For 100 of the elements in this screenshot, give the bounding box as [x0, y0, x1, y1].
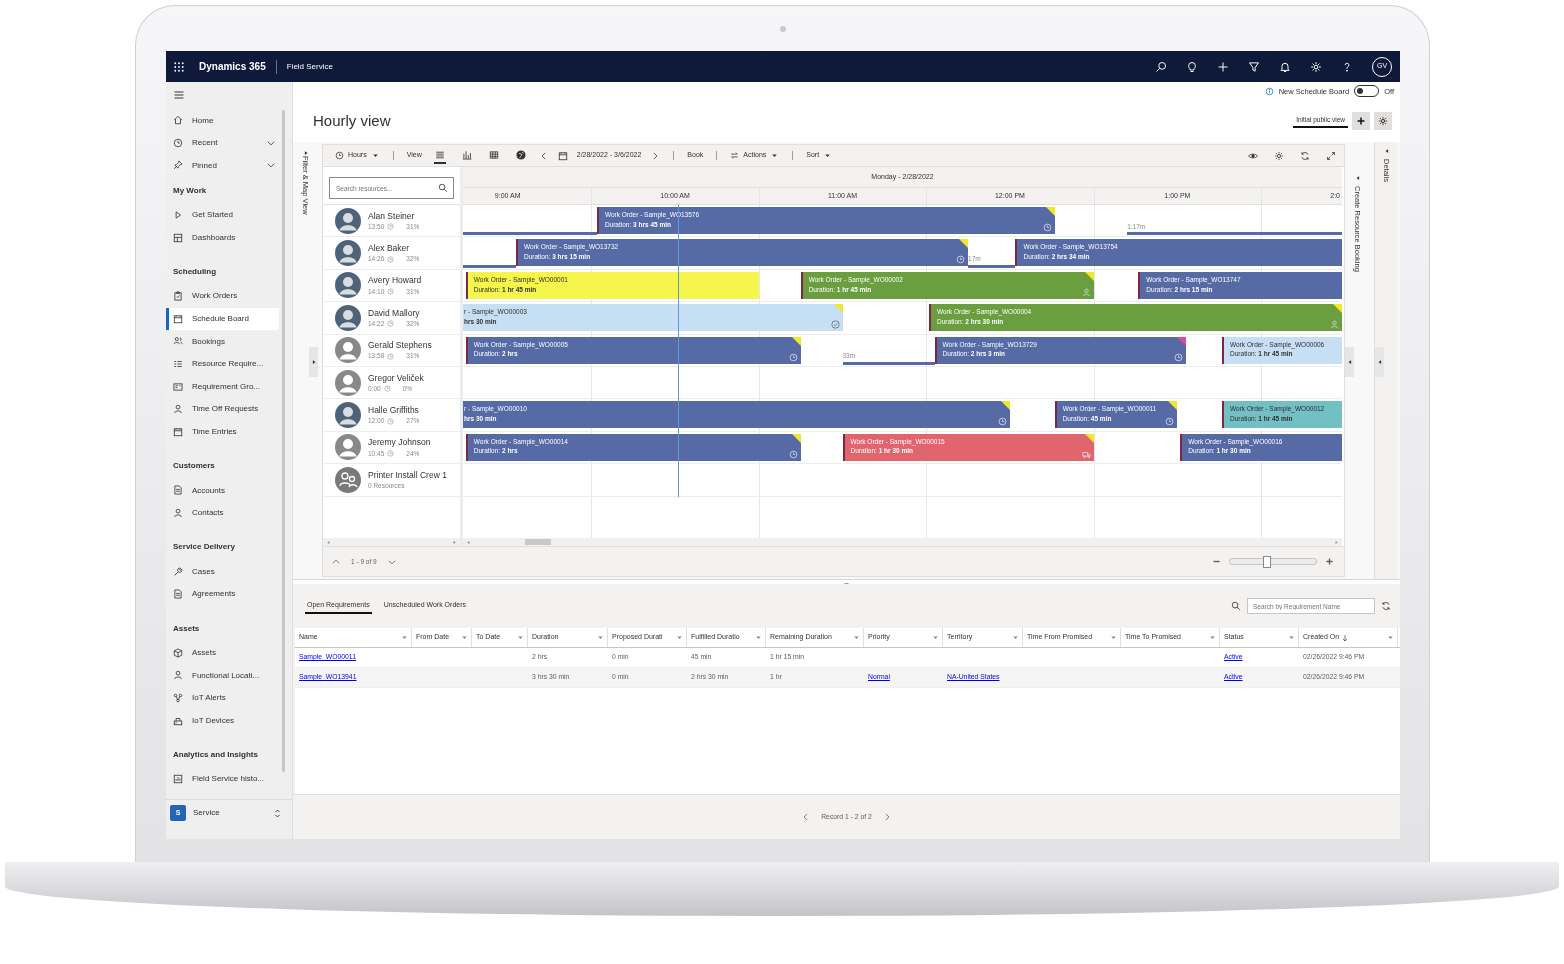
- caret-down-icon: [1208, 633, 1217, 642]
- toggle-switch[interactable]: [1354, 85, 1380, 97]
- calendar-icon: [173, 313, 183, 324]
- chart-icon: [173, 774, 183, 785]
- filter-icon[interactable]: [1248, 60, 1260, 73]
- app-name: Field Service: [286, 61, 333, 72]
- nav-item[interactable]: Time Off Requests: [166, 397, 279, 421]
- plus-icon: [1356, 116, 1366, 126]
- swap-icon: [730, 151, 740, 160]
- resource-name[interactable]: Printer Install Crew 1: [368, 469, 447, 480]
- nav-item[interactable]: Field Service histo...: [166, 767, 279, 791]
- people-icon: [173, 336, 183, 347]
- calendar-icon[interactable]: [557, 150, 568, 161]
- scrollbar[interactable]: [282, 110, 285, 772]
- resource-name[interactable]: Alan Steiner: [368, 210, 420, 221]
- nav-item[interactable]: Accounts: [166, 479, 279, 502]
- nav-item[interactable]: Schedule Board: [166, 307, 279, 331]
- notification-icon[interactable]: [1279, 60, 1291, 73]
- search-icon[interactable]: [1155, 60, 1167, 73]
- nav-item[interactable]: IoT Alerts: [166, 686, 279, 710]
- refresh-icon[interactable]: [1381, 601, 1391, 611]
- chevron-up-down-icon[interactable]: [272, 807, 283, 819]
- search-icon[interactable]: [438, 183, 448, 193]
- caret-down-icon: [1386, 633, 1395, 642]
- nav-item[interactable]: Functional Locati...: [166, 664, 279, 687]
- zoom-in-icon[interactable]: [1325, 557, 1334, 566]
- clock-icon: [387, 450, 395, 457]
- section-heading: Scheduling: [172, 265, 218, 278]
- person-icon: [173, 670, 183, 681]
- person-icon: [173, 508, 183, 518]
- nav-item[interactable]: Bookings: [166, 330, 279, 353]
- collapse-handle[interactable]: [1375, 347, 1384, 377]
- nav-item[interactable]: Resource Require...: [166, 352, 279, 376]
- page-title: Hourly view: [313, 112, 391, 130]
- caret-down-icon: [931, 633, 940, 642]
- cube-icon: [173, 647, 183, 658]
- app-launcher-icon[interactable]: [173, 60, 185, 73]
- resource-name[interactable]: David Mallory: [368, 307, 420, 319]
- clipboard-icon: [173, 291, 183, 302]
- caret-down-icon: [1287, 633, 1296, 642]
- triangle-left-icon: [1376, 359, 1383, 365]
- document-icon: [173, 485, 183, 496]
- nav-item[interactable]: Recent: [166, 131, 279, 155]
- collapse-arrow-icon[interactable]: [1383, 148, 1390, 154]
- zoom-slider[interactable]: [1229, 558, 1317, 565]
- clock-icon: [335, 151, 344, 160]
- nav-item[interactable]: Get Started: [166, 203, 279, 227]
- scrollbar-thumb[interactable]: [524, 539, 551, 545]
- clock-icon: [387, 352, 395, 360]
- nav-item[interactable]: Pinned: [166, 154, 279, 177]
- clock-icon: [387, 255, 395, 263]
- caret-down-icon: [1109, 633, 1118, 642]
- list-icon: [434, 149, 445, 160]
- resource-name[interactable]: Jeremy Johnson: [368, 437, 431, 448]
- add-icon[interactable]: [1217, 60, 1229, 73]
- collapse-handle[interactable]: [309, 347, 318, 377]
- nav-item[interactable]: Requirement Gro...: [166, 375, 279, 398]
- device-icon: [173, 715, 183, 726]
- refresh-icon[interactable]: [1300, 150, 1310, 161]
- group-avatar: [335, 466, 361, 493]
- collapse-handle[interactable]: [1345, 347, 1354, 377]
- slider-thumb[interactable]: [1262, 556, 1271, 568]
- nav-item[interactable]: Agreements: [166, 582, 279, 606]
- settings-icon: [1378, 116, 1388, 126]
- home-icon: [173, 115, 183, 126]
- resource-name[interactable]: Avery Howard: [368, 275, 422, 286]
- clock-icon: [387, 223, 395, 231]
- resource-name[interactable]: Gregor Veliček: [368, 372, 424, 383]
- caret-down-icon: [1011, 633, 1020, 642]
- settings-button[interactable]: [1374, 112, 1392, 130]
- clock-icon: [383, 385, 391, 393]
- nav-item[interactable]: Work Orders: [166, 284, 279, 308]
- lightbulb-icon[interactable]: [1186, 60, 1198, 73]
- camera-lens: [780, 26, 786, 32]
- clock-icon: [387, 320, 395, 328]
- section-heading: Analytics and Insights: [172, 748, 259, 761]
- resource-name[interactable]: Gerald Stephens: [368, 340, 432, 351]
- network-icon: [173, 693, 183, 703]
- section-heading: Assets: [172, 622, 201, 635]
- nav-item[interactable]: Cases: [166, 560, 279, 583]
- section-heading: My Work: [172, 184, 208, 197]
- expand-icon[interactable]: [1326, 150, 1336, 161]
- resource-name[interactable]: Halle Griffiths: [368, 405, 420, 416]
- expand-arrow-icon[interactable]: [302, 150, 309, 156]
- search-icon[interactable]: [1231, 601, 1241, 611]
- add-button[interactable]: [1352, 112, 1370, 130]
- nav-item[interactable]: Assets: [166, 641, 279, 665]
- resource-name[interactable]: Alex Baker: [368, 243, 420, 254]
- nav-item[interactable]: IoT Devices: [166, 709, 279, 732]
- collapse-arrow-icon[interactable]: [1354, 175, 1361, 181]
- info-icon: [1264, 86, 1274, 96]
- nav-item[interactable]: Dashboards: [166, 226, 279, 249]
- scrollbar[interactable]: [463, 538, 1342, 546]
- menu-icon[interactable]: [173, 89, 185, 101]
- settings-icon[interactable]: [1274, 150, 1284, 161]
- nav-item[interactable]: Contacts: [166, 501, 279, 525]
- person-icon: [173, 404, 183, 415]
- nav-item[interactable]: Home: [166, 109, 279, 132]
- section-heading: Service Delivery: [172, 541, 236, 554]
- nav-item[interactable]: Time Entries: [166, 420, 279, 444]
